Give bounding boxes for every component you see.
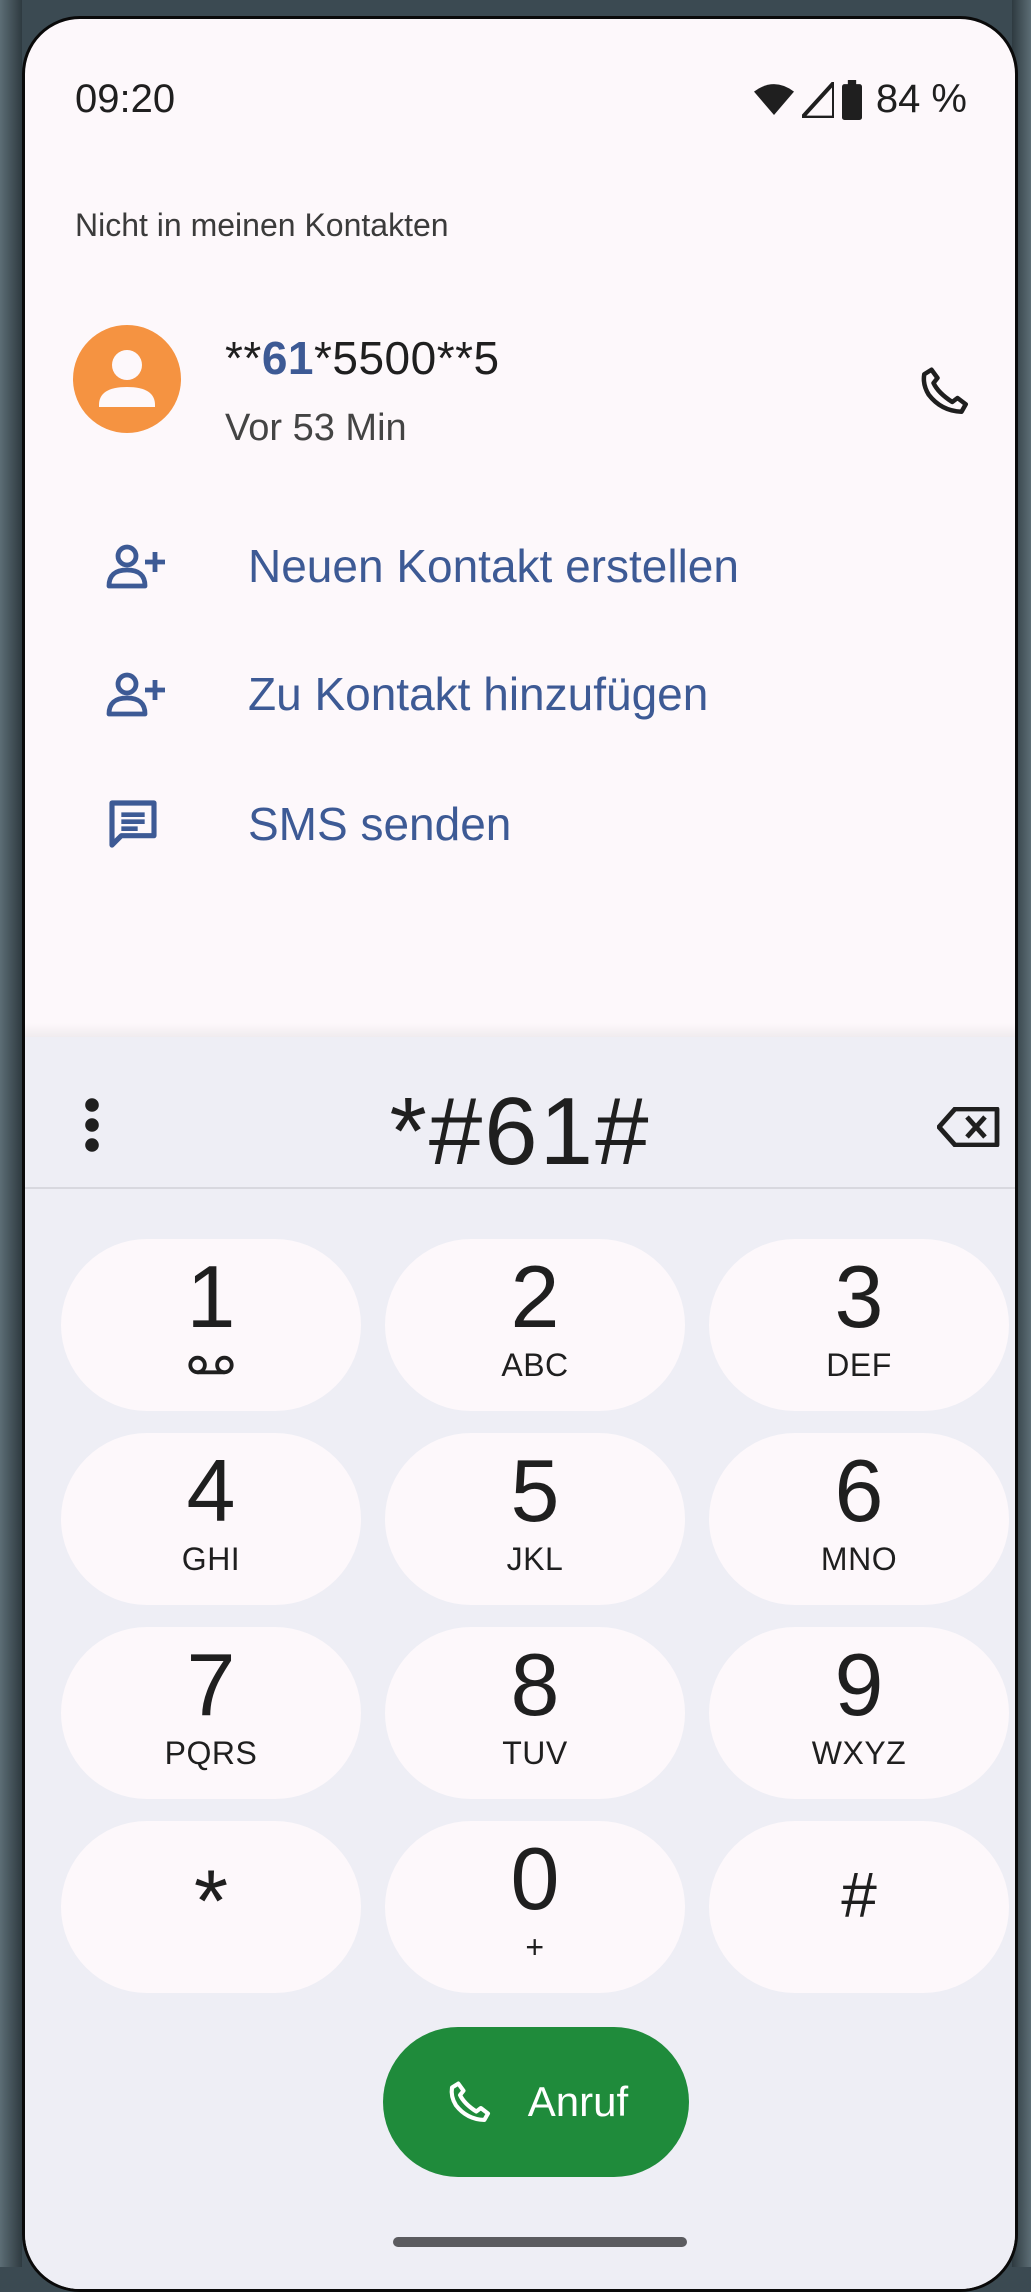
key-letters: PQRS — [164, 1735, 258, 1771]
voicemail-icon — [188, 1355, 234, 1375]
send-sms-label: SMS senden — [248, 798, 512, 850]
key-digit: 9 — [834, 1635, 884, 1734]
number-suffix: *5500**5 — [313, 332, 500, 384]
key-digit: 2 — [510, 1247, 560, 1346]
dialer-display: *#61# — [25, 1037, 1015, 1187]
contact-number[interactable]: **61*5500**5 — [225, 331, 500, 385]
add-to-contact-label: Zu Kontakt hinzufügen — [248, 668, 709, 720]
number-highlight: 61 — [261, 332, 314, 384]
key-2[interactable]: 2 ABC — [385, 1239, 685, 1411]
status-icons: 84 % — [753, 77, 967, 122]
status-bar: 09:20 84 % — [73, 77, 967, 137]
key-letters: + — [525, 1929, 545, 1965]
phone-icon — [449, 2081, 490, 2123]
key-letters: TUV — [502, 1735, 568, 1771]
phone-screen: 09:20 84 % Nicht in meinen Kontakten **6… — [22, 16, 1018, 2292]
key-digit: 8 — [510, 1635, 560, 1734]
phone-icon — [921, 367, 968, 414]
backspace-icon[interactable] — [937, 1107, 1001, 1147]
wifi-icon — [753, 83, 794, 115]
key-4[interactable]: 4 GHI — [61, 1433, 361, 1605]
cell-signal-icon — [801, 81, 834, 118]
key-digit: 7 — [186, 1635, 236, 1734]
key-digit: 5 — [510, 1441, 560, 1540]
dialed-number[interactable]: *#61# — [25, 1077, 1015, 1187]
key-letters: ABC — [501, 1347, 569, 1383]
key-digit: 3 — [834, 1247, 884, 1346]
key-digit: 1 — [186, 1247, 236, 1346]
key-digit: 0 — [510, 1829, 560, 1928]
avatar — [73, 325, 181, 433]
key-digit: 6 — [834, 1441, 884, 1540]
key-letters: JKL — [506, 1541, 564, 1577]
key-9[interactable]: 9 WXYZ — [709, 1627, 1009, 1799]
create-contact-action[interactable]: Neuen Kontakt erstellen — [105, 531, 739, 601]
key-7[interactable]: 7 PQRS — [61, 1627, 361, 1799]
add-to-contact-action[interactable]: Zu Kontakt hinzufügen — [105, 659, 708, 729]
create-contact-label: Neuen Kontakt erstellen — [248, 540, 739, 592]
key-5[interactable]: 5 JKL — [385, 1433, 685, 1605]
status-time: 09:20 — [75, 77, 176, 121]
key-1[interactable]: 1 — [61, 1239, 361, 1411]
key-6[interactable]: 6 MNO — [709, 1433, 1009, 1605]
key-letters: MNO — [820, 1541, 898, 1577]
message-icon — [109, 800, 157, 848]
key-letters: WXYZ — [811, 1735, 907, 1771]
key-3[interactable]: 3 DEF — [709, 1239, 1009, 1411]
number-prefix: ** — [225, 332, 262, 384]
call-button-label: Anruf — [527, 2078, 629, 2125]
send-sms-action[interactable]: SMS senden — [105, 789, 511, 859]
key-digit: 4 — [186, 1441, 236, 1540]
key-star[interactable]: * — [61, 1821, 361, 1993]
divider — [25, 1187, 1015, 1189]
key-letters: DEF — [826, 1347, 892, 1383]
key-hash[interactable]: # — [709, 1821, 1009, 1993]
battery-percentage: 84 % — [875, 77, 967, 121]
section-label: Nicht in meinen Kontakten — [75, 207, 449, 243]
add-person-icon — [106, 544, 165, 589]
key-letters: GHI — [181, 1541, 241, 1577]
add-person-icon — [106, 672, 165, 717]
key-0[interactable]: 0 + — [385, 1821, 685, 1993]
call-number-button[interactable] — [915, 361, 975, 421]
battery-icon — [841, 79, 862, 120]
key-digit: # — [841, 1859, 877, 1931]
home-indicator[interactable] — [393, 2237, 687, 2247]
device-bezel-left — [0, 0, 22, 2267]
key-8[interactable]: 8 TUV — [385, 1627, 685, 1799]
call-button[interactable]: Anruf — [383, 2027, 689, 2177]
key-digit: * — [193, 1851, 229, 1950]
call-time-ago: Vor 53 Min — [225, 407, 407, 449]
person-icon — [99, 350, 155, 407]
